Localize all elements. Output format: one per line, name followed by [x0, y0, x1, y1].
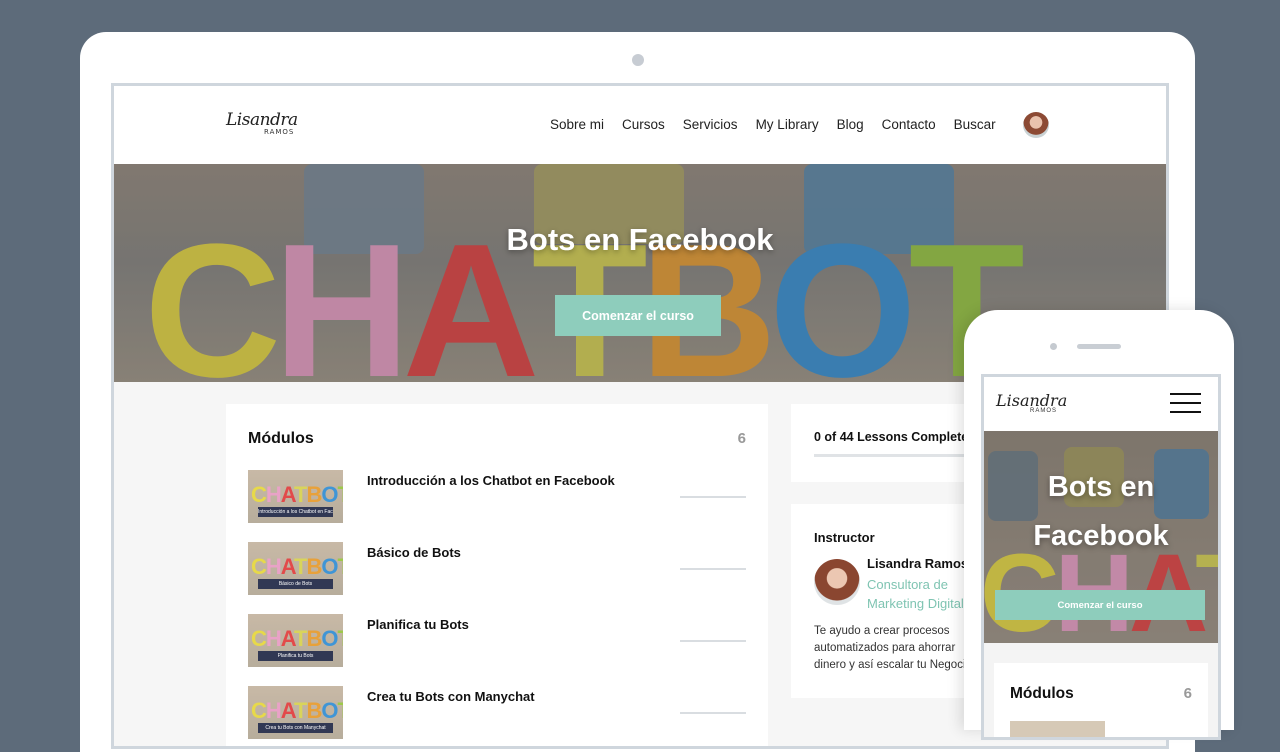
thumb-caption: Básico de Bots	[258, 579, 333, 589]
letter-block: H	[265, 554, 282, 579]
hamburger-menu-icon[interactable]	[1170, 393, 1201, 415]
start-course-button[interactable]: Comenzar el curso	[555, 295, 721, 336]
module-thumbnail: CHATBOT Crea tu Bots con Manychat	[248, 686, 343, 739]
letter-block: T	[338, 482, 343, 507]
module-progress-bar	[680, 568, 746, 570]
letter-block: T	[294, 698, 307, 723]
phone-frame: Lisandra RAMOS CHATBO Bots en Facebook C…	[964, 310, 1234, 740]
letter-block: B	[306, 626, 323, 651]
phone-camera	[1050, 343, 1057, 350]
letter-block: T	[294, 482, 307, 507]
module-thumbnail	[1010, 721, 1105, 737]
thumb-letters: CHATBOT	[251, 482, 343, 508]
thumb-letters: CHATBOT	[251, 698, 343, 724]
module-progress-bar	[680, 712, 746, 714]
letter-block: B	[306, 482, 323, 507]
instructor-name: Lisandra Ramos	[867, 556, 969, 571]
course-progress-card: 0 of 44 Lessons Complete	[791, 404, 991, 482]
letter-block: B	[306, 554, 323, 579]
nav-item-sobre-mi[interactable]: Sobre mi	[550, 117, 604, 132]
site-logo[interactable]: Lisandra RAMOS	[226, 110, 304, 140]
letter-block: C	[251, 626, 267, 651]
letter-block: O	[321, 554, 338, 579]
module-thumbnail: CHATBOT Planifica tu Bots	[248, 614, 343, 667]
nav-item-contacto[interactable]: Contacto	[882, 117, 936, 132]
module-title[interactable]: Crea tu Bots con Manychat	[367, 689, 535, 704]
main-nav: Sobre mi Cursos Servicios My Library Blo…	[550, 117, 1014, 132]
mobile-start-course-button[interactable]: Comenzar el curso	[995, 590, 1205, 620]
logo-sub: RAMOS	[264, 128, 295, 136]
modules-card: Módulos 6 CHATBOT Introducción a los Cha…	[226, 404, 768, 746]
module-row[interactable]: CHATBOT Básico de Bots Básico de Bots	[248, 542, 746, 596]
mobile-header: Lisandra RAMOS	[984, 377, 1218, 431]
nav-item-my-library[interactable]: My Library	[756, 117, 819, 132]
instructor-avatar	[814, 559, 860, 605]
letter-block: T	[294, 554, 307, 579]
letter-block: O	[321, 482, 338, 507]
letter-block: T	[338, 554, 343, 579]
nav-item-cursos[interactable]: Cursos	[622, 117, 665, 132]
letter-block: B	[306, 698, 323, 723]
mobile-modules-heading: Módulos	[1010, 685, 1074, 702]
course-progress-bar	[814, 454, 984, 457]
mobile-course-title: Bots en Facebook	[1033, 471, 1169, 552]
lessons-complete-text: 0 of 44 Lessons Complete	[814, 430, 969, 444]
thumb-caption: Introducción a los Chatbot en Facebook	[258, 507, 333, 517]
letter-block: H	[265, 698, 282, 723]
module-thumbnail: CHATBOT Básico de Bots	[248, 542, 343, 595]
mobile-logo-sub: RAMOS	[1030, 408, 1058, 414]
nav-item-buscar[interactable]: Buscar	[954, 117, 996, 132]
mobile-modules-card: Módulos 6	[994, 663, 1208, 737]
letter-block: C	[251, 698, 267, 723]
letter-block: A	[280, 698, 295, 723]
letter-block: H	[265, 482, 282, 507]
module-row[interactable]: CHATBOT Planifica tu Bots Planifica tu B…	[248, 614, 746, 668]
letter-block: A	[280, 482, 295, 507]
instructor-description: Te ayudo a crear procesos automatizados …	[814, 625, 972, 671]
module-thumbnail: CHATBOT Introducción a los Chatbot en Fa…	[248, 470, 343, 523]
mobile-logo[interactable]: Lisandra RAMOS	[996, 391, 1067, 414]
module-progress-bar	[680, 640, 746, 642]
nav-item-servicios[interactable]: Servicios	[683, 117, 738, 132]
thumb-caption: Crea tu Bots con Manychat	[258, 723, 333, 733]
site-header: Lisandra RAMOS Sobre mi Cursos Servicios…	[114, 86, 1166, 164]
mobile-hero: CHATBO Bots en Facebook Comenzar el curs…	[984, 431, 1218, 643]
modules-heading: Módulos	[248, 430, 314, 447]
thumb-caption: Planifica tu Bots	[258, 651, 333, 661]
phone-screen: Lisandra RAMOS CHATBO Bots en Facebook C…	[981, 374, 1221, 740]
module-title[interactable]: Introducción a los Chatbot en Facebook	[367, 473, 615, 488]
nav-item-blog[interactable]: Blog	[837, 117, 864, 132]
instructor-card: Instructor Lisandra Ramos Consultora de …	[791, 504, 991, 698]
module-row[interactable]: CHATBOT Crea tu Bots con Manychat Crea t…	[248, 686, 746, 740]
instructor-heading: Instructor	[814, 530, 875, 545]
letter-block: C	[251, 482, 267, 507]
module-title[interactable]: Planifica tu Bots	[367, 617, 469, 632]
letter-block: T	[338, 698, 343, 723]
user-avatar[interactable]	[1023, 112, 1049, 138]
letter-block: O	[321, 698, 338, 723]
laptop-camera	[632, 54, 644, 66]
thumb-letters: CHATBOT	[251, 554, 343, 580]
course-title: Bots en Facebook	[506, 222, 774, 257]
modules-count: 6	[737, 430, 746, 447]
module-progress-bar	[680, 496, 746, 498]
module-title[interactable]: Básico de Bots	[367, 545, 461, 560]
module-row[interactable]: CHATBOT Introducción a los Chatbot en Fa…	[248, 470, 746, 524]
mobile-modules-count: 6	[1183, 685, 1192, 702]
letter-block: A	[280, 554, 295, 579]
logo-script: Lisandra	[226, 110, 298, 130]
letter-block: H	[265, 626, 282, 651]
letter-block: O	[321, 626, 338, 651]
letter-block: T	[338, 626, 343, 651]
thumb-letters: CHATBOT	[251, 626, 343, 652]
letter-block: T	[294, 626, 307, 651]
letter-block: A	[280, 626, 295, 651]
phone-speaker	[1077, 344, 1121, 349]
letter-block: C	[251, 554, 267, 579]
